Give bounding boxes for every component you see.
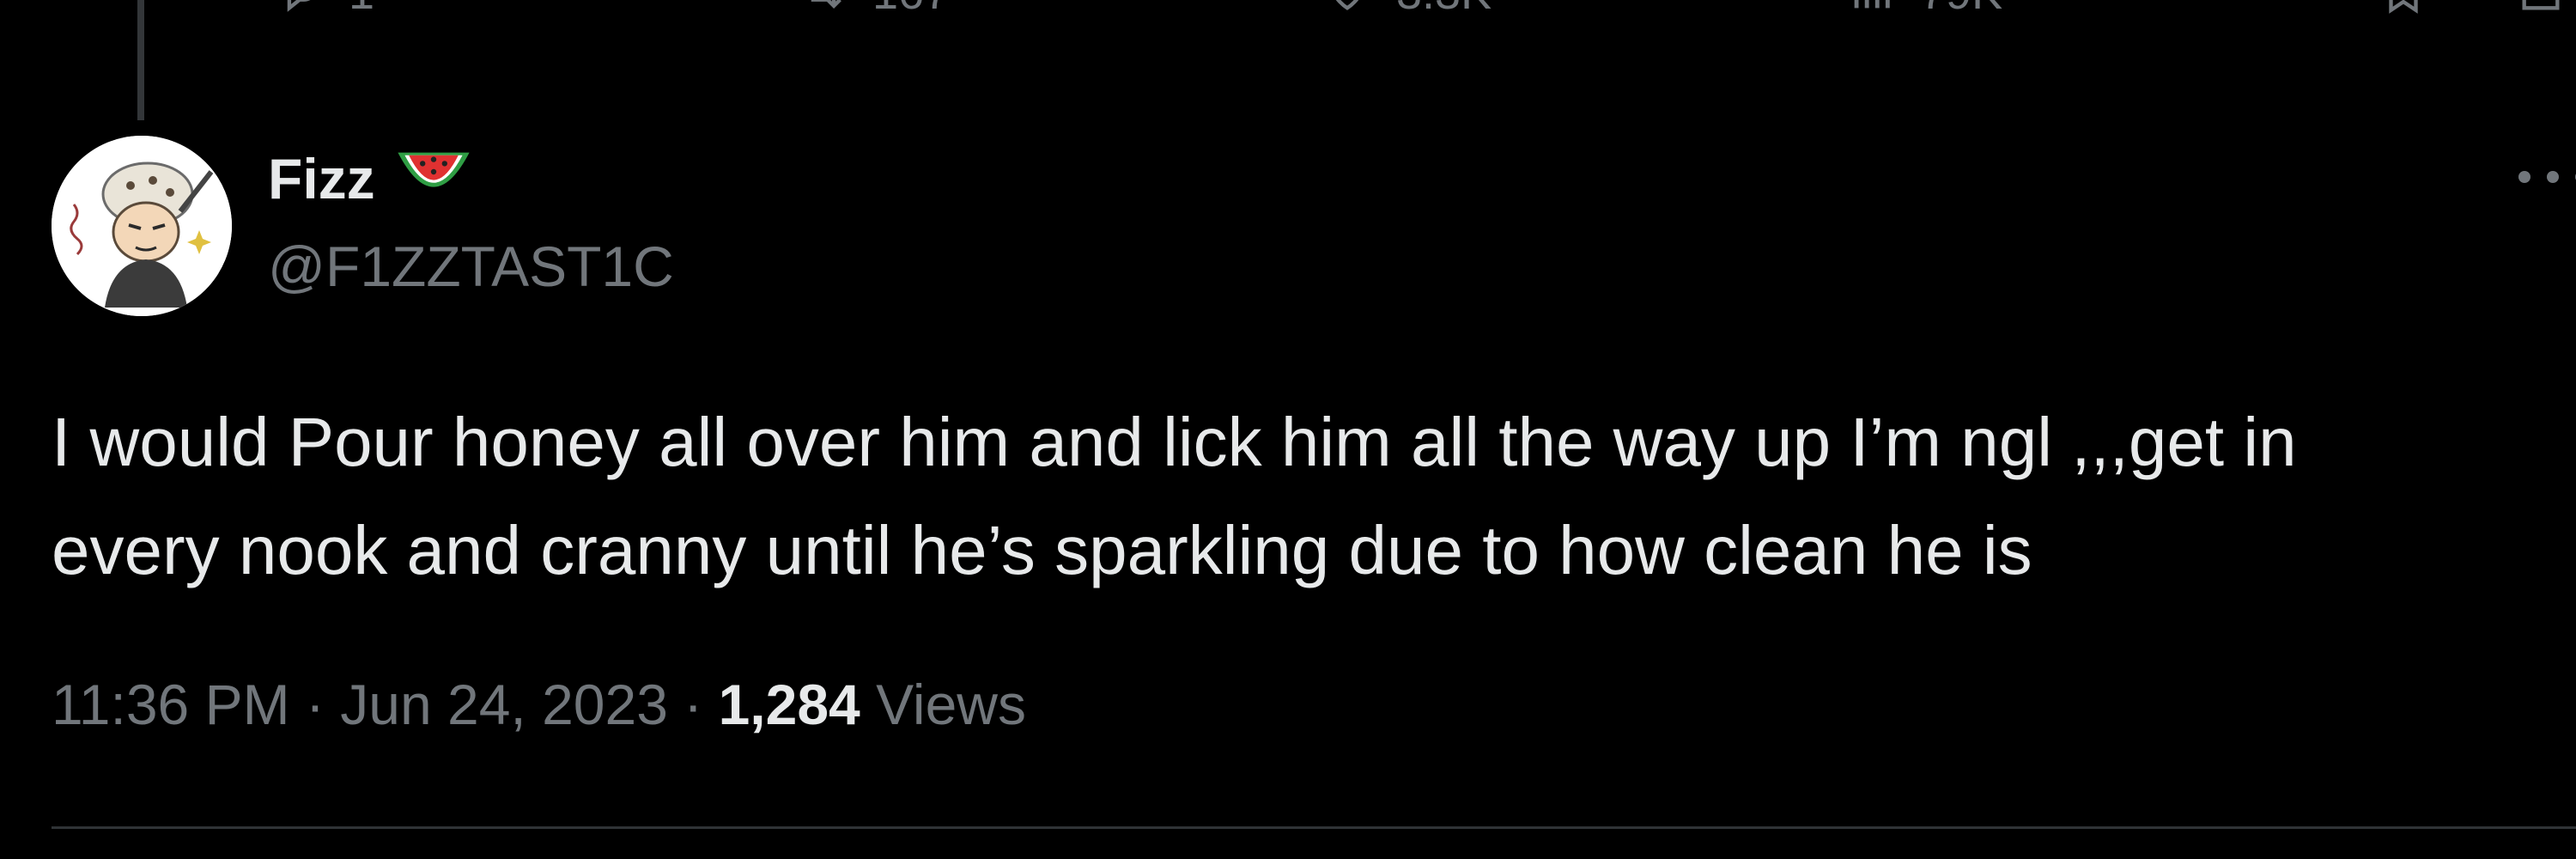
author-display-name[interactable]: Fizz <box>268 144 475 212</box>
like-count: 3.3K <box>1396 0 1492 20</box>
retweet-count: 167 <box>872 0 950 20</box>
like-button[interactable]: 3.3K <box>1322 0 1492 21</box>
meta-separator: · <box>289 673 341 736</box>
share-button[interactable] <box>2516 0 2566 21</box>
tweet-text-line-1: I would Pour honey all over him and lick… <box>52 404 2297 480</box>
views-icon <box>1846 0 1896 21</box>
more-options-button[interactable] <box>2514 160 2576 194</box>
retweet-button[interactable]: 167 <box>799 0 950 21</box>
tweet-text-line-2: every nook and cranny until he’s sparkli… <box>52 512 2032 588</box>
tweet-text: I would Pour honey all over him and lick… <box>52 388 2576 605</box>
watermelon-emoji-icon <box>392 144 475 212</box>
divider <box>52 826 2576 829</box>
views-button[interactable]: 79K <box>1846 0 2002 21</box>
retweet-icon <box>799 0 848 21</box>
views-label: Views <box>860 673 1026 736</box>
tweet-time[interactable]: 11:36 PM <box>52 673 290 736</box>
display-name-text: Fizz <box>268 146 375 210</box>
reply-icon <box>275 0 325 21</box>
views-number[interactable]: 1,284 <box>719 673 860 736</box>
tweet-meta: 11:36 PM · Jun 24, 2023 · 1,284 Views <box>52 672 1026 737</box>
like-icon <box>1322 0 1372 21</box>
tweet-date[interactable]: Jun 24, 2023 <box>340 673 668 736</box>
reply-count: 1 <box>349 0 374 20</box>
author-handle[interactable]: @F1ZZTAST1C <box>268 234 674 299</box>
bookmark-button[interactable] <box>2379 0 2428 21</box>
reply-button[interactable]: 1 <box>275 0 374 21</box>
bookmark-icon <box>2379 0 2428 21</box>
previous-tweet-actions: 1 167 3.3K 79K <box>0 0 2576 21</box>
avatar-image <box>52 136 232 316</box>
views-count: 79K <box>1920 0 2002 20</box>
more-icon <box>2514 171 2576 198</box>
meta-separator: · <box>667 673 719 736</box>
avatar[interactable] <box>52 136 232 316</box>
share-icon <box>2516 0 2566 21</box>
